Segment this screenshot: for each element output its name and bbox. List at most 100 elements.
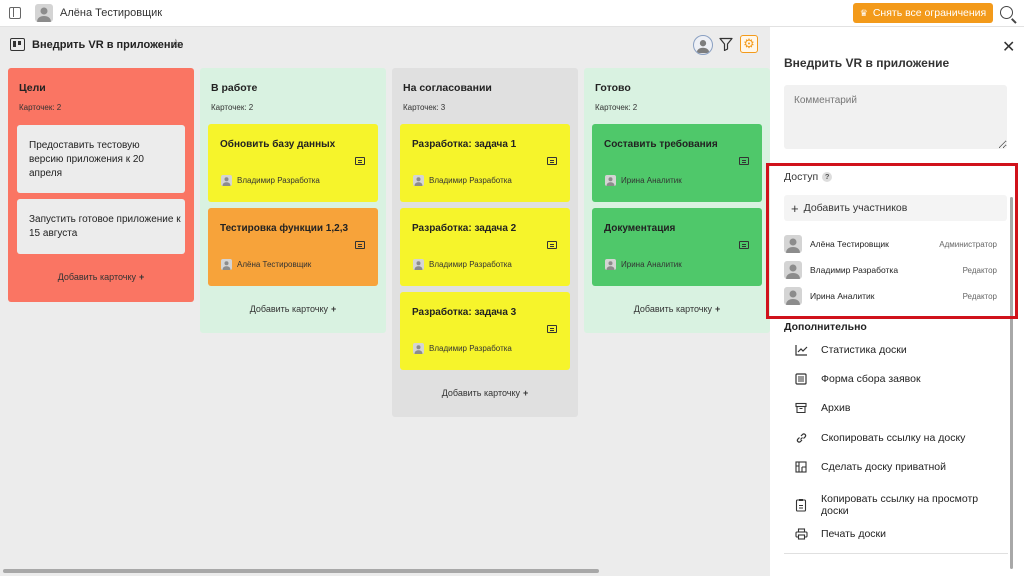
card[interactable]: Запустить готовое приложение к 15 август…: [17, 199, 185, 254]
comment-icon: [739, 157, 749, 165]
plus-icon: +: [331, 304, 337, 314]
column-title: Готово: [595, 82, 631, 94]
card-text: Обновить базу данных: [220, 139, 336, 150]
assignee-name: Владимир Разработка: [429, 176, 512, 185]
assignee-name: Ирина Аналитик: [621, 260, 682, 269]
column-done: Готово Карточек: 2 Составить требования …: [584, 68, 770, 333]
card-text: Разработка: задача 3: [412, 307, 517, 318]
avatar: [413, 175, 424, 186]
card[interactable]: Обновить базу данных Владимир Разработка: [208, 124, 378, 202]
card[interactable]: Документация Ирина Аналитик: [592, 208, 762, 286]
card-assignee: Владимир Разработка: [221, 175, 320, 186]
menu-item-request-form[interactable]: Форма сбора заявок: [794, 372, 1004, 386]
sidebar-toggle-icon[interactable]: [9, 7, 21, 19]
column-count: Карточек: 2: [211, 103, 254, 112]
current-user-name[interactable]: Алёна Тестировщик: [60, 7, 162, 19]
access-highlight-frame: [766, 163, 1018, 319]
avatar: [605, 175, 616, 186]
assignee-name: Владимир Разработка: [429, 260, 512, 269]
column-count: Карточек: 3: [403, 103, 446, 112]
menu-item-label: Архив: [821, 402, 851, 414]
private-board-icon: [794, 460, 808, 474]
plus-icon: +: [523, 388, 529, 398]
avatar: [413, 259, 424, 270]
card-text: Документация: [604, 223, 676, 234]
menu-item-copy-view-link[interactable]: Копировать ссылку на просмотр доски: [794, 493, 1004, 517]
menu-item-label: Копировать ссылку на просмотр доски: [821, 493, 979, 517]
filter-icon[interactable]: [719, 37, 733, 51]
chart-line-icon: [794, 343, 808, 357]
avatar: [605, 259, 616, 270]
card-assignee: Владимир Разработка: [413, 175, 512, 186]
menu-item-label: Форма сбора заявок: [821, 373, 921, 385]
menu-item-label: Сделать доску приватной: [821, 461, 947, 473]
card[interactable]: Разработка: задача 3 Владимир Разработка: [400, 292, 570, 370]
menu-item-board-stats[interactable]: Статистика доски: [794, 343, 1004, 357]
comment-icon: [355, 157, 365, 165]
card-text: Разработка: задача 2: [412, 223, 517, 234]
add-card-button[interactable]: Добавить карточку +: [584, 304, 770, 314]
card-assignee: Ирина Аналитик: [605, 175, 682, 186]
top-bar: Алёна Тестировщик ♛ Снять все ограничени…: [0, 0, 1024, 27]
card[interactable]: Разработка: задача 2 Владимир Разработка: [400, 208, 570, 286]
comment-icon: [547, 157, 557, 165]
crown-icon: ♛: [859, 7, 868, 18]
archive-icon: [794, 401, 808, 415]
board-member-avatar[interactable]: [693, 35, 713, 55]
plus-icon: +: [139, 272, 145, 282]
close-icon[interactable]: ✕: [1002, 40, 1015, 56]
board-icon: [10, 38, 25, 51]
card-assignee: Владимир Разработка: [413, 259, 512, 270]
remove-limits-label: Снять все ограничения: [872, 7, 987, 19]
column-in-progress: В работе Карточек: 2 Обновить базу данны…: [200, 68, 386, 333]
menu-item-label: Скопировать ссылку на доску: [821, 432, 966, 444]
avatar[interactable]: [35, 4, 53, 22]
card[interactable]: Предоставить тестовую версию приложения …: [17, 125, 185, 193]
card-text: Предоставить тестовую версию приложения …: [29, 140, 144, 179]
page-title: Внедрить VR в приложение: [32, 39, 184, 51]
form-icon: [794, 372, 808, 386]
horizontal-scrollbar[interactable]: [3, 569, 599, 573]
menu-item-print[interactable]: Печать доски: [794, 527, 1004, 541]
comment-icon: [547, 325, 557, 333]
card[interactable]: Составить требования Ирина Аналитик: [592, 124, 762, 202]
card[interactable]: Тестировка функции 1,2,3 Алёна Тестировщ…: [208, 208, 378, 286]
column-title: На согласовании: [403, 82, 492, 94]
clipboard-link-icon: [794, 498, 808, 512]
comment-field[interactable]: [784, 85, 1007, 149]
menu-item-label: Печать доски: [821, 528, 886, 540]
card-text: Запустить готовое приложение к 15 август…: [29, 214, 181, 239]
settings-gear-button[interactable]: ⚙: [740, 35, 758, 53]
column-count: Карточек: 2: [19, 103, 62, 112]
card-text: Тестировка функции 1,2,3: [220, 223, 349, 234]
divider: [784, 553, 1008, 554]
add-card-label: Добавить карточку: [57, 272, 136, 282]
add-card-button[interactable]: Добавить карточку +: [8, 272, 194, 282]
menu-item-copy-link[interactable]: Скопировать ссылку на доску: [794, 431, 1004, 445]
comment-icon: [355, 241, 365, 249]
remove-limits-button[interactable]: ♛ Снять все ограничения: [853, 3, 993, 23]
assignee-name: Алёна Тестировщик: [237, 260, 312, 269]
column-title: Цели: [19, 82, 46, 94]
card-assignee: Владимир Разработка: [413, 343, 512, 354]
add-card-label: Добавить карточку: [441, 388, 520, 398]
menu-item-archive[interactable]: Архив: [794, 401, 1004, 415]
star-icon[interactable]: ☆: [170, 36, 182, 52]
comment-icon: [547, 241, 557, 249]
menu-item-make-private[interactable]: Сделать доску приватной: [794, 460, 1004, 474]
add-card-button[interactable]: Добавить карточку +: [392, 388, 578, 398]
plus-icon: +: [715, 304, 721, 314]
card-assignee: Алёна Тестировщик: [221, 259, 311, 270]
assignee-name: Владимир Разработка: [429, 344, 512, 353]
card[interactable]: Разработка: задача 1 Владимир Разработка: [400, 124, 570, 202]
panel-title: Внедрить VR в приложение: [784, 56, 950, 70]
add-card-button[interactable]: Добавить карточку +: [200, 304, 386, 314]
gear-icon: ⚙: [743, 36, 755, 51]
column-title: В работе: [211, 82, 258, 94]
printer-icon: [794, 527, 808, 541]
search-icon[interactable]: [1000, 6, 1013, 19]
link-icon: [794, 431, 808, 445]
column-on-approval: На согласовании Карточек: 3 Разработка: …: [392, 68, 578, 417]
assignee-name: Ирина Аналитик: [621, 176, 682, 185]
card-assignee: Ирина Аналитик: [605, 259, 682, 270]
